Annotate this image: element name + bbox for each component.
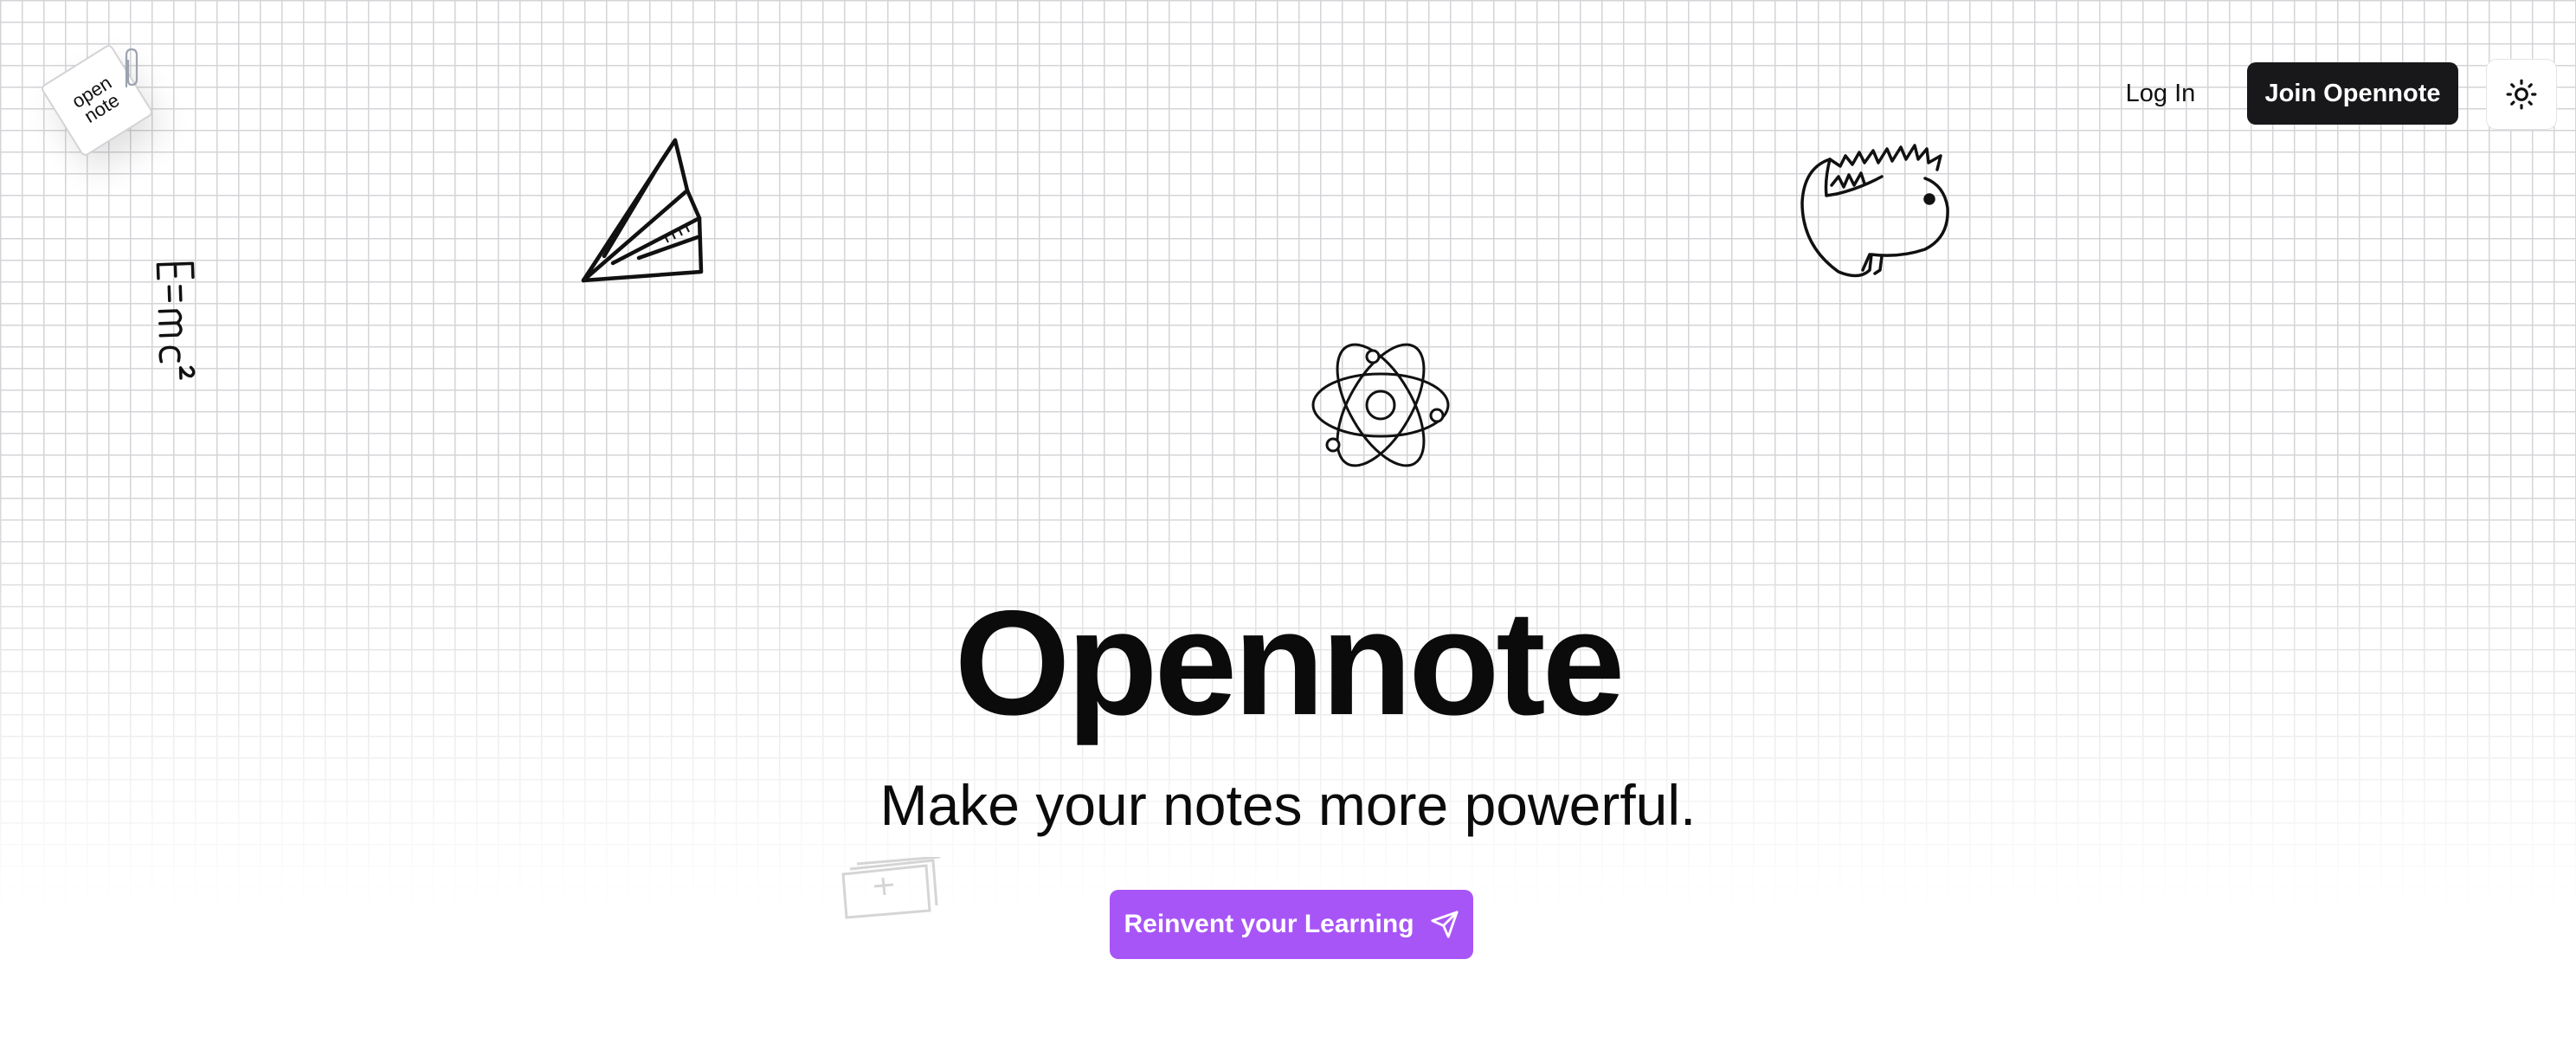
login-link[interactable]: Log In [2103,62,2218,125]
send-icon [1430,911,1459,938]
theme-toggle-button[interactable] [2486,59,2557,130]
dinosaur-icon [1800,144,1949,278]
join-button[interactable]: Join Opennote [2247,62,2458,125]
notebook-doodle [841,857,941,919]
paper-plane-icon [581,138,704,283]
paperclip-icon [125,48,138,88]
atom-icon [1311,343,1450,467]
hero-title: Opennote [954,580,1626,746]
equation-doodle [156,261,196,380]
reinvent-learning-button[interactable]: Reinvent your Learning [1110,890,1473,959]
sun-icon [2506,79,2537,110]
landing-page: open note Log In Join Opennote Opennote … [0,0,2576,1056]
logo[interactable]: open note [39,42,155,158]
hero-subtitle: Make your notes more powerful. [879,773,1697,837]
cta-label: Reinvent your Learning [1124,910,1414,938]
